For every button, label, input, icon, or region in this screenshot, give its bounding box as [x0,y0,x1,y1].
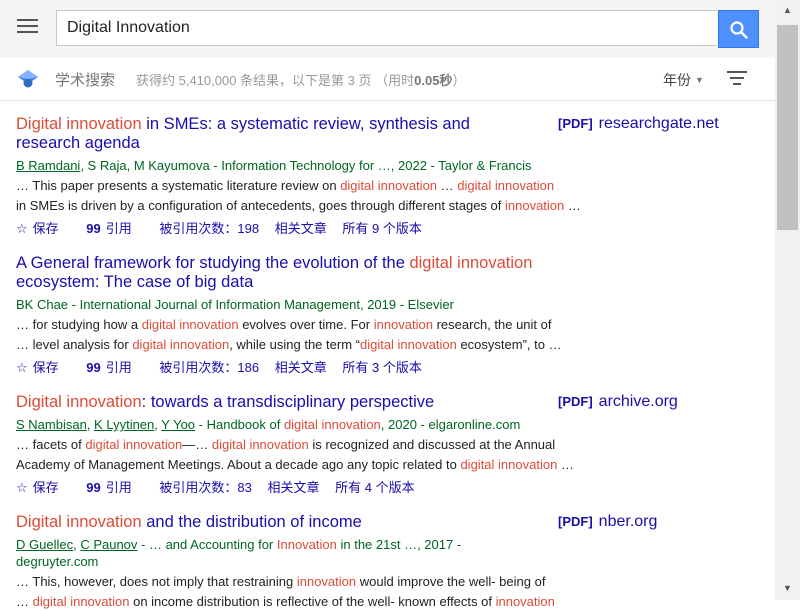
related-articles-link[interactable]: 相关文章 [268,480,320,495]
pdf-link[interactable]: [PDF] nber.org [558,513,657,531]
author-name: S Raja [87,158,127,173]
author-link[interactable]: B Ramdani [16,158,80,173]
result-authors: D Guellec, C Paunov - … and Accounting f… [16,537,462,569]
pdf-link[interactable]: [PDF] archive.org [558,393,678,411]
quote-icon: 99 [86,480,101,495]
result-authors: S Nambisan, K Lyytinen, Y Yoo - Handbook… [16,417,521,432]
result-snippet: … This, however, does not imply that res… [16,574,555,609]
result-item: Digital innovation in SMEs: a systematic… [16,115,591,237]
author-name: M Kayumova [133,158,210,173]
all-versions-link[interactable]: 所有 4 个版本 [335,480,414,495]
all-versions-link[interactable]: 所有 9 个版本 [342,221,421,236]
result-actions: ☆ 保存 99 引用 被引用次数：186 相关文章 所有 3 个版本 [16,357,591,376]
result-item: Digital innovation: towards a transdisci… [16,393,591,496]
result-authors: BK Chae - International Journal of Infor… [16,297,454,312]
top-bar [0,0,800,58]
cite-button[interactable]: 99 引用 [86,480,143,495]
result-title-link[interactable]: Digital innovation and the distribution … [16,513,591,532]
save-button[interactable]: ☆ 保存 [16,480,71,495]
result-source: - Information Technology for …, 2022 - T… [209,158,532,173]
scroll-down-arrow[interactable]: ▼ [783,583,792,593]
result-actions: ☆ 保存 99 引用 被引用次数：83 相关文章 所有 4 个版本 [16,477,591,496]
result-snippet: … This paper presents a systematic liter… [16,178,581,213]
scroll-up-arrow[interactable]: ▲ [783,5,792,15]
author-link[interactable]: C Paunov [80,537,137,552]
search-box[interactable] [56,10,717,46]
related-articles-link[interactable]: 相关文章 [275,360,327,375]
all-versions-link[interactable]: 所有 3 个版本 [342,360,421,375]
year-filter-button[interactable]: 年份 ▼ [663,70,704,90]
star-icon: ☆ [16,221,28,236]
scholar-title[interactable]: 学术搜索 [55,69,115,90]
save-button[interactable]: ☆ 保存 [16,360,71,375]
result-stats: 获得约 5,410,000 条结果，以下是第 3 页 （用时0.05秒） [136,73,466,88]
result-snippet: … facets of digital innovation—… digital… [16,437,574,472]
result-authors: B Ramdani, S Raja, M Kayumova - Informat… [16,158,532,173]
star-icon: ☆ [16,480,28,495]
cite-button[interactable]: 99 引用 [86,221,143,236]
result-title-link[interactable]: Digital innovation in SMEs: a systematic… [16,115,536,153]
cite-button[interactable]: 99 引用 [86,360,143,375]
author-link[interactable]: K Lyytinen [94,417,154,432]
author-link[interactable]: S Nambisan [16,417,87,432]
result-title-link[interactable]: Digital innovation: towards a transdisci… [16,393,591,412]
sub-header: 学术搜索 获得约 5,410,000 条结果，以下是第 3 页 （用时0.05秒… [0,58,775,101]
filter-icon[interactable] [727,71,747,87]
search-icon [730,21,748,39]
scholar-logo-icon[interactable] [17,68,39,90]
cited-by-link[interactable]: 被引用次数：83 [159,480,251,495]
save-button[interactable]: ☆ 保存 [16,221,71,236]
vertical-scrollbar[interactable]: ▲ ▼ [775,0,800,600]
scrollbar-thumb[interactable] [777,25,798,230]
result-snippet: … for studying how a digital innovation … [16,317,562,352]
related-articles-link[interactable]: 相关文章 [275,221,327,236]
menu-icon[interactable] [17,19,38,35]
cited-by-link[interactable]: 被引用次数：198 [159,221,259,236]
pdf-link[interactable]: [PDF] researchgate.net [558,115,719,133]
result-item: Digital innovation and the distribution … [16,513,591,611]
search-input[interactable] [57,11,697,45]
result-title-link[interactable]: A General framework for studying the evo… [16,254,576,292]
chevron-down-icon: ▼ [695,75,704,85]
author-link[interactable]: Y Yoo [161,417,195,432]
author-link[interactable]: D Guellec [16,537,73,552]
quote-icon: 99 [86,360,101,375]
result-item: A General framework for studying the evo… [16,254,591,376]
search-button[interactable] [718,10,759,48]
quote-icon: 99 [86,221,101,236]
result-actions: ☆ 保存 99 引用 被引用次数：198 相关文章 所有 9 个版本 [16,218,591,237]
star-icon: ☆ [16,360,28,375]
cited-by-link[interactable]: 被引用次数：186 [159,360,259,375]
